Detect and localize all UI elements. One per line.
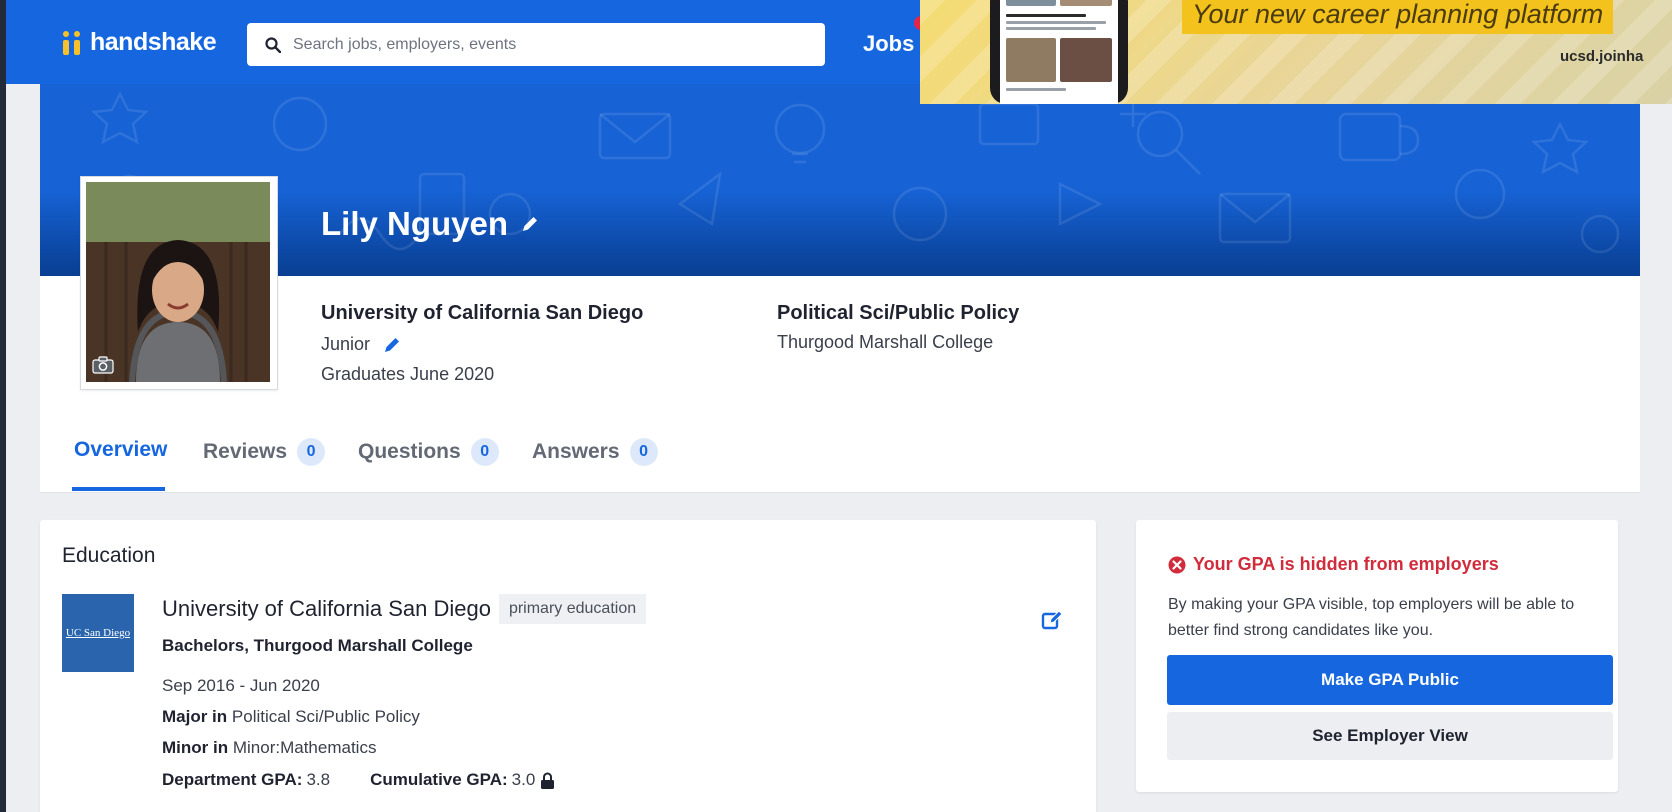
app-window: handshake Jobs [6,0,1672,812]
gpa-description: By making your GPA visible, top employer… [1168,596,1575,639]
handshake-logo[interactable]: handshake [62,26,217,58]
primary-education-tag: primary education [498,594,647,624]
profile-photo [86,182,270,382]
minor-label: Minor in [162,738,229,757]
education-degree: Bachelors, Thurgood Marshall College [162,636,473,655]
brand-name: handshake [90,27,217,56]
make-gpa-public-button[interactable]: Make GPA Public [1167,655,1613,705]
pencil-icon[interactable] [520,214,540,234]
search-input[interactable] [291,34,815,55]
tab-label: Answers [532,440,620,463]
count-badge: 0 [629,438,658,466]
lock-icon [541,772,555,789]
minor-value: Minor:Mathematics [232,738,377,757]
search-bar[interactable] [247,23,825,66]
count-badge: 0 [297,438,326,466]
profile-school: University of California San Diego [321,302,644,324]
phone-illustration [990,0,1128,104]
department-gpa-value: 3.8 [306,770,331,789]
active-tab-indicator [72,487,165,491]
tab-questions[interactable]: Questions 0 [358,438,499,466]
education-minor: Minor in Minor:Mathematics [162,738,376,758]
career-platform-banner[interactable]: Your new career planning platform ucsd.j… [920,0,1672,104]
handshake-logo-icon [62,29,84,55]
cumulative-gpa-value: 3.0 [511,770,536,789]
education-major: Major in Political Sci/Public Policy [162,707,420,727]
profile-year-row: Junior [321,334,402,355]
gpa-visibility-card: Your GPA is hidden from employers By mak… [1136,520,1618,792]
camera-icon[interactable] [92,356,114,374]
gpa-warning-text: Your GPA is hidden from employers [1193,554,1499,574]
nav-jobs-link[interactable]: Jobs [863,31,914,57]
count-badge: 0 [470,438,499,466]
major-value: Political Sci/Public Policy [231,707,420,726]
department-gpa-label: Department GPA: [162,770,303,789]
tab-reviews[interactable]: Reviews 0 [203,438,326,466]
major-label: Major in [162,707,228,726]
profile-year: Junior [321,334,371,354]
tab-label: Reviews [203,440,288,463]
profile-graduation: Graduates June 2020 [321,364,495,384]
profile-cover-banner [40,84,1640,276]
tab-label: Overview [74,438,168,461]
banner-url[interactable]: ucsd.joinha [1560,48,1643,65]
profile-tabs: Overview Reviews 0 Questions 0 Answers 0 [40,414,1640,493]
education-school: University of California San Diego [162,596,491,621]
edit-icon[interactable] [1041,609,1063,631]
school-logo: UC San Diego [62,594,134,672]
pencil-icon[interactable] [382,335,402,355]
tab-label: Questions [358,440,461,463]
gpa-warning: Your GPA is hidden from employers [1168,554,1499,575]
profile-name-row: Lily Nguyen [321,205,540,243]
cover-doodle-pattern [91,91,1620,259]
education-gpa-row: Department GPA: 3.8 Cumulative GPA: 3.0 [162,770,555,790]
cumulative-gpa-label: Cumulative GPA: [370,770,508,789]
tab-answers[interactable]: Answers 0 [532,438,658,466]
profile-name: Lily Nguyen [321,205,509,242]
see-employer-view-button[interactable]: See Employer View [1167,712,1613,760]
search-icon [265,36,281,53]
profile-major: Political Sci/Public Policy [777,302,1020,324]
education-school-row: University of California San Diego prima… [162,594,647,624]
education-dates: Sep 2016 - Jun 2020 [162,676,320,695]
error-icon [1168,556,1186,573]
banner-slogan: Your new career planning platform [1182,0,1614,34]
education-card: Education UC San Diego University of Cal… [40,520,1096,812]
section-title: Education [62,544,156,567]
profile-college: Thurgood Marshall College [777,332,994,352]
tab-overview[interactable]: Overview [74,438,167,462]
